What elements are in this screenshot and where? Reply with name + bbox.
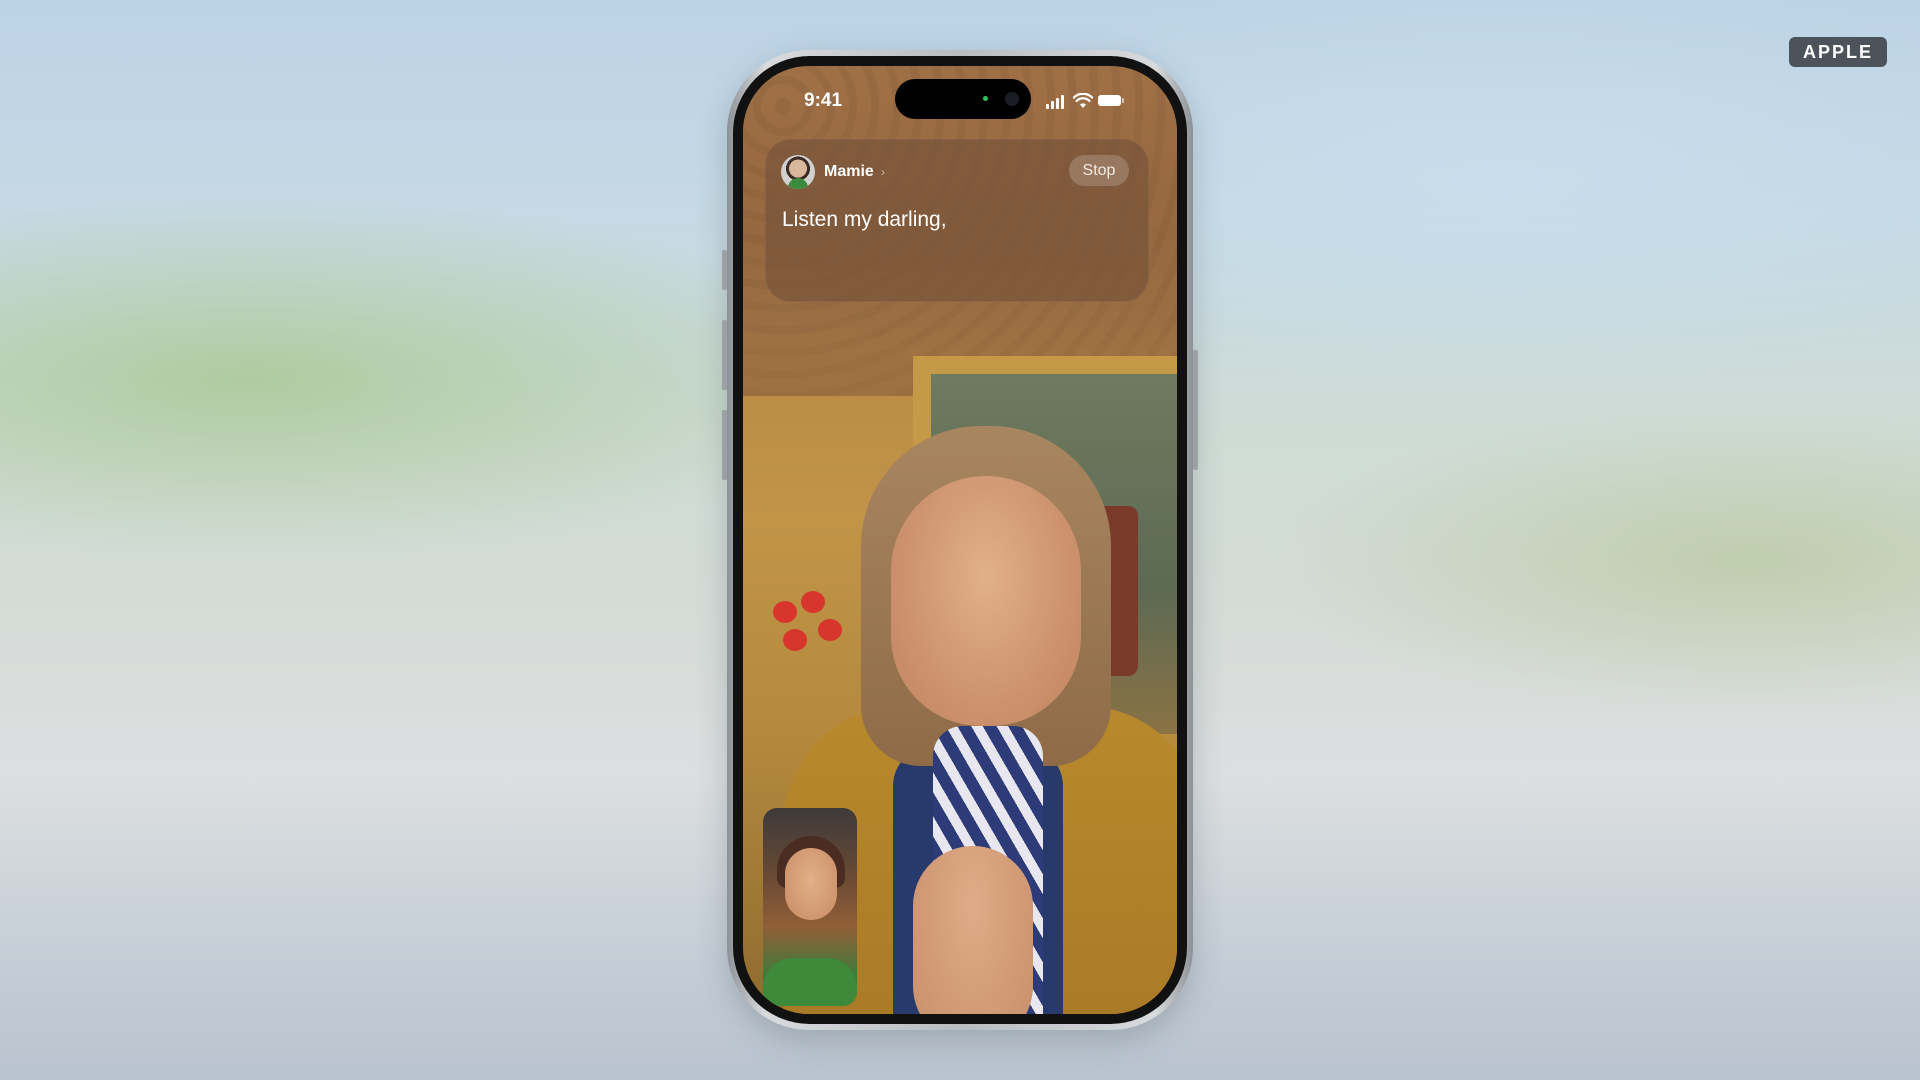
cellular-signal-icon [1046, 95, 1068, 109]
stop-button[interactable]: Stop [1069, 155, 1129, 186]
camera-in-use-indicator [983, 96, 988, 101]
apple-watermark-badge: APPLE [1789, 37, 1887, 67]
front-camera-icon [1005, 92, 1019, 106]
caller-name[interactable]: Mamie [824, 163, 874, 181]
caller-avatar [781, 155, 815, 189]
wifi-icon [1073, 93, 1093, 108]
side-power-button [1193, 350, 1198, 470]
battery-icon [1098, 95, 1124, 106]
live-voicemail-caption-panel[interactable]: Mamie › Stop Listen my darling, [765, 139, 1149, 302]
dynamic-island[interactable] [895, 79, 1031, 119]
self-view-thumbnail[interactable] [763, 808, 857, 1006]
facetime-call-screen[interactable]: 9:41 Mamie › Stop Listen my darling, [743, 66, 1177, 1014]
status-bar: 9:41 [743, 66, 1177, 136]
remote-video-hand [913, 846, 1033, 1014]
chevron-right-icon: › [881, 165, 885, 179]
iphone-device: 9:41 Mamie › Stop Listen my darling, [727, 50, 1193, 1030]
self-view-shirt [763, 958, 857, 1006]
self-view-face [785, 848, 837, 920]
status-time: 9:41 [804, 90, 843, 111]
remote-video-flowers [763, 591, 853, 681]
live-caption-text: Listen my darling, [782, 208, 947, 231]
remote-caller-face [891, 476, 1081, 726]
